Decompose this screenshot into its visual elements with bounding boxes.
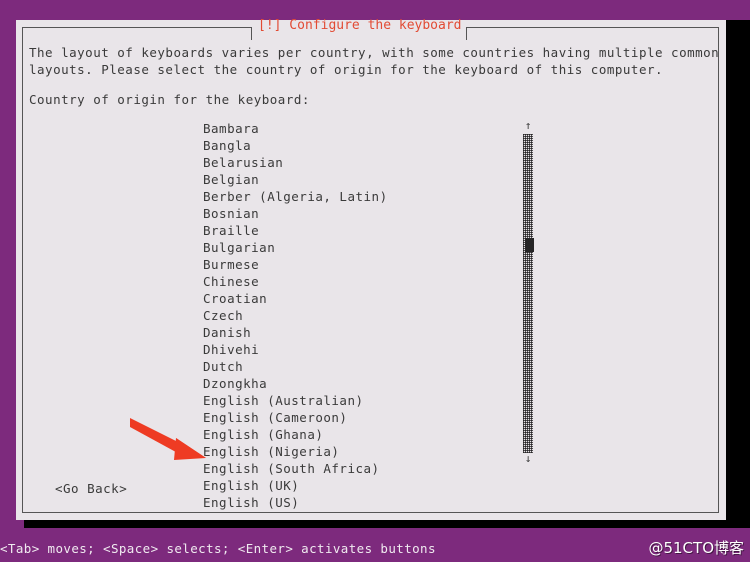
list-item[interactable]: Dzongkha <box>201 375 513 392</box>
go-back-button[interactable]: <Go Back> <box>55 480 127 497</box>
list-item[interactable]: Croatian <box>201 290 513 307</box>
list-item[interactable]: Bangla <box>201 137 513 154</box>
list-item[interactable]: English (UK) <box>201 477 513 494</box>
list-item[interactable]: Bulgarian <box>201 239 513 256</box>
list-item[interactable]: Czech <box>201 307 513 324</box>
list-item[interactable]: Danish <box>201 324 513 341</box>
keyboard-hint-text: <Tab> moves; <Space> selects; <Enter> ac… <box>0 541 436 556</box>
list-item[interactable]: Belgian <box>201 171 513 188</box>
list-item[interactable]: English (Cameroon) <box>201 409 513 426</box>
description-line-2: layouts. Please select the country of or… <box>29 62 664 77</box>
installer-screen: [!] Configure the keyboard The layout of… <box>0 0 750 562</box>
list-item[interactable]: Chinese <box>201 273 513 290</box>
list-item[interactable]: Bosnian <box>201 205 513 222</box>
list-item[interactable]: Belarusian <box>201 154 513 171</box>
scrollbar-track[interactable] <box>523 134 534 453</box>
country-list[interactable]: Bambara Bangla Belarusian Belgian Berber (Al… <box>201 120 513 511</box>
title-rule-right <box>466 27 719 40</box>
watermark: @51CTO博客 <box>648 539 744 557</box>
list-item[interactable]: English (South Africa) <box>201 460 513 477</box>
list-item[interactable]: Berber (Algeria, Latin) <box>201 188 513 205</box>
title-rule-left <box>22 27 252 40</box>
list-item[interactable]: Dhivehi <box>201 341 513 358</box>
scrollbar-thumb[interactable] <box>525 238 534 252</box>
scroll-down-arrow-icon[interactable]: ↓ <box>521 453 535 467</box>
list-item[interactable]: English (Ghana) <box>201 426 513 443</box>
description-line-1: The layout of keyboards varies per count… <box>29 45 720 60</box>
list-item[interactable]: English (Nigeria) <box>201 443 513 460</box>
list-item[interactable]: Braille <box>201 222 513 239</box>
list-item[interactable]: Burmese <box>201 256 513 273</box>
country-prompt-label: Country of origin for the keyboard: <box>29 92 310 107</box>
list-scrollbar[interactable]: ↑ ↓ <box>521 120 535 467</box>
list-item[interactable]: Bambara <box>201 120 513 137</box>
status-bar: <Tab> moves; <Space> selects; <Enter> ac… <box>0 535 750 562</box>
list-item[interactable]: English (Australian) <box>201 392 513 409</box>
list-item[interactable]: English (US) <box>201 494 513 511</box>
list-item[interactable]: Dutch <box>201 358 513 375</box>
scroll-up-arrow-icon[interactable]: ↑ <box>521 120 535 134</box>
dialog-title: [!] Configure the keyboard <box>258 18 462 33</box>
